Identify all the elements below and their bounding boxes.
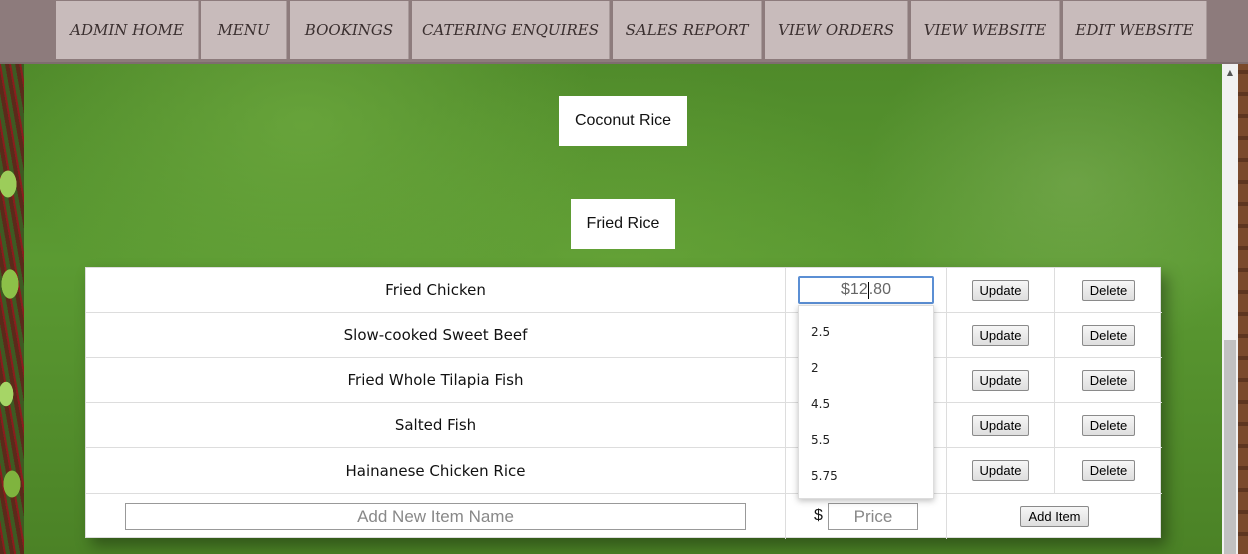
scroll-thumb[interactable] [1224, 340, 1236, 554]
add-item-row: Add New Item Name $ Price Add Item [86, 494, 1162, 539]
nav-catering-enquires[interactable]: CATERING ENQUIRES [412, 1, 610, 59]
new-item-price-input[interactable]: Price [828, 503, 918, 530]
delete-button[interactable]: Delete [1081, 460, 1136, 481]
admin-nav-bar: ADMIN HOME MENU BOOKINGS CATERING ENQUIR… [0, 0, 1248, 64]
item-name: Slow-cooked Sweet Beef [343, 326, 528, 344]
nav-view-website[interactable]: VIEW WEBSITE [911, 1, 1060, 59]
delete-button[interactable]: Delete [1081, 279, 1136, 301]
category-heading-coconut-rice[interactable]: Coconut Rice [559, 96, 687, 146]
delete-button[interactable]: Delete [1081, 369, 1136, 391]
autocomplete-option[interactable]: 2 [799, 350, 933, 386]
delete-button[interactable]: Delete [1081, 324, 1136, 346]
update-button[interactable]: Update [971, 324, 1030, 346]
item-name: Hainanese Chicken Rice [345, 461, 526, 480]
table-row: Salted Fish Update Delete [86, 403, 1162, 448]
autocomplete-option[interactable]: 4.5 [799, 386, 933, 422]
nav-sales-report[interactable]: SALES REPORT [613, 1, 762, 59]
item-name: Salted Fish [394, 416, 477, 434]
autocomplete-option[interactable]: 5.75 [799, 458, 933, 494]
left-decor-strip [0, 64, 24, 554]
nav-admin-home[interactable]: ADMIN HOME [56, 1, 199, 59]
item-name: Fried Chicken [385, 281, 486, 299]
page-scrollbar[interactable]: ▲ [1222, 64, 1238, 554]
price-input-active[interactable]: $12.80 [798, 276, 934, 304]
currency-symbol: $ [814, 507, 823, 524]
update-button[interactable]: Update [971, 460, 1030, 481]
nav-menu[interactable]: MENU [201, 1, 287, 59]
autocomplete-option[interactable]: 5.5 [799, 422, 933, 458]
table-row: Slow-cooked Sweet Beef Update Delete [86, 313, 1162, 358]
update-button[interactable]: Update [971, 279, 1030, 301]
menu-items-table: Fried Chicken $12.80 Update Delete Slow-… [85, 267, 1162, 539]
nav-view-orders[interactable]: VIEW ORDERS [765, 1, 908, 59]
price-value-part: $12 [841, 281, 868, 298]
price-value-part: .80 [868, 281, 891, 298]
table-row: Hainanese Chicken Rice Update Delete [86, 448, 1162, 494]
category-heading-fried-rice[interactable]: Fried Rice [571, 199, 675, 249]
update-button[interactable]: Update [971, 414, 1030, 436]
update-button[interactable]: Update [971, 369, 1030, 391]
add-item-button[interactable]: Add Item [1020, 506, 1089, 527]
nav-bookings[interactable]: BOOKINGS [290, 1, 409, 59]
nav-edit-website[interactable]: EDIT WEBSITE [1063, 1, 1207, 59]
table-row: Fried Chicken $12.80 Update Delete [86, 268, 1162, 313]
table-row: Fried Whole Tilapia Fish Update Delete [86, 358, 1162, 403]
right-decor-strip [1238, 64, 1248, 554]
price-autocomplete-dropdown: 2.5 2 4.5 5.5 5.75 [798, 305, 934, 499]
delete-button[interactable]: Delete [1081, 414, 1136, 436]
autocomplete-option[interactable]: 2.5 [799, 314, 933, 350]
scroll-up-arrow-icon[interactable]: ▲ [1222, 64, 1238, 80]
new-item-name-input[interactable]: Add New Item Name [125, 503, 746, 530]
item-name: Fried Whole Tilapia Fish [347, 371, 524, 389]
